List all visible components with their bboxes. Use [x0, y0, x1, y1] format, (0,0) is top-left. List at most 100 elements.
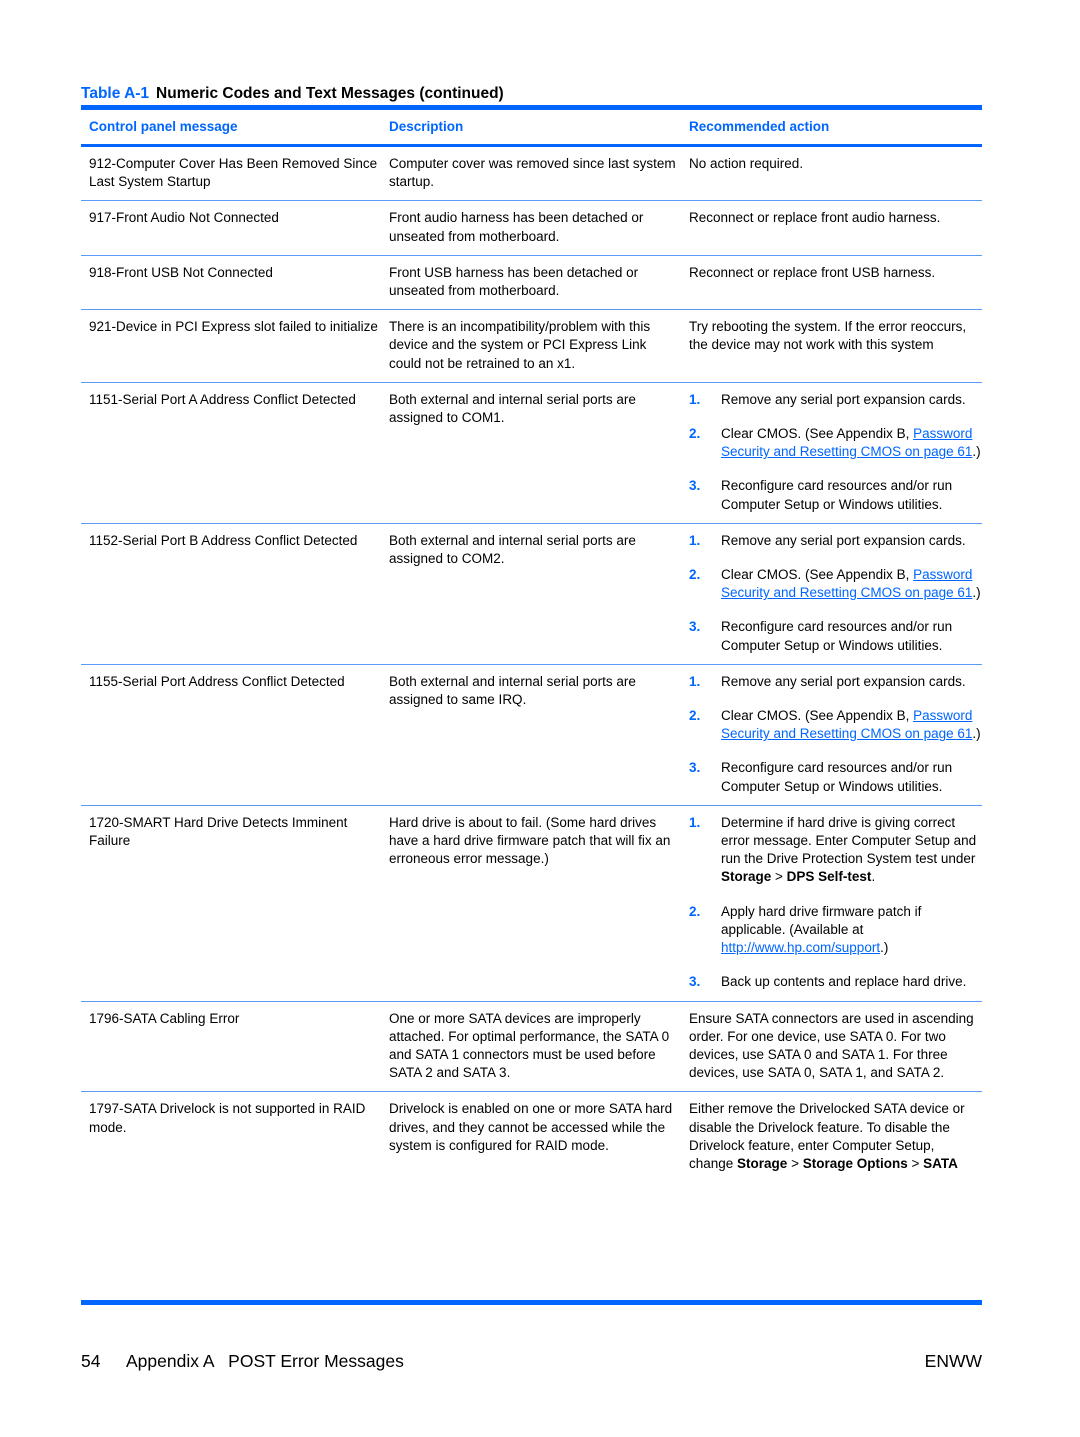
action-cell: Ensure SATA connectors are used in ascen… [689, 1010, 974, 1081]
table-row: 912-Computer Cover Has Been Removed Sinc… [81, 147, 982, 202]
action-step: 3. Reconfigure card resources and/or run … [689, 477, 982, 513]
message-cell: 1720-SMART Hard Drive Detects Imminent F… [89, 814, 348, 849]
column-header-description: Description [389, 119, 464, 134]
action-cell: 1. Determine if hard drive is giving corr… [681, 814, 982, 992]
description-cell: One or more SATA devices are improperly … [389, 1010, 670, 1081]
step-text: Clear CMOS. (See Appendix B, Password Se… [721, 566, 982, 602]
locale-label: ENWW [924, 1351, 982, 1371]
step-number: 3. [689, 760, 701, 776]
action-cell: Reconnect or replace front audio harness… [689, 210, 941, 226]
description-cell: There is an incompatibility/problem with… [389, 319, 651, 371]
step-text-pre: Determine if hard drive is giving correc… [721, 814, 977, 867]
step-number: 2. [689, 567, 701, 583]
action-step: 3. Reconfigure card resources and/or run … [689, 618, 982, 654]
step-text: Reconfigure card resources and/or run Co… [721, 478, 953, 512]
menu-path-storage: Storage [737, 1155, 788, 1171]
step-text: Clear CMOS. (See Appendix B, Password Se… [721, 425, 982, 461]
action-step: 1. Remove any serial port expansion cards… [689, 532, 982, 550]
action-step: 3. Back up contents and replace hard driv… [689, 973, 982, 991]
action-step: 1. Remove any serial port expansion cards… [689, 673, 982, 691]
action-step: 3. Reconfigure card resources and/or run … [689, 759, 982, 795]
menu-path-separator: > [787, 1155, 803, 1171]
action-step: 1. Remove any serial port expansion cards… [689, 391, 982, 409]
menu-path-storage: Storage [721, 869, 772, 885]
step-number: 2. [689, 708, 701, 724]
step-text: Reconfigure card resources and/or run Co… [721, 760, 953, 794]
step-number: 2. [689, 903, 701, 919]
action-cell: Reconnect or replace front USB harness. [689, 264, 936, 280]
table-title: Numeric Codes and Text Messages (continu… [156, 85, 504, 102]
step-text: Remove any serial port expansion cards. [721, 391, 966, 407]
table-number: Table A-1 [81, 85, 150, 102]
description-cell: Front USB harness has been detached or u… [389, 264, 639, 299]
table-row: 1152-Serial Port B Address Conflict Dete… [81, 524, 982, 665]
description-cell: Both external and internal serial ports … [389, 532, 636, 567]
table-row: 1796-SATA Cabling Error One or more SATA… [81, 1002, 982, 1093]
table-row: 1155-Serial Port Address Conflict Detect… [81, 665, 982, 806]
message-cell: 918-Front USB Not Connected [89, 264, 273, 280]
step-number: 3. [689, 974, 701, 990]
menu-path-separator: > [907, 1155, 924, 1171]
step-text: Remove any serial port expansion cards. [721, 673, 966, 689]
table-top-rule [81, 105, 982, 110]
message-cell: 917-Front Audio Not Connected [89, 210, 279, 226]
table-row: 918-Front USB Not Connected Front USB ha… [81, 256, 982, 311]
table-caption: Table A-1 Numeric Codes and Text Messages… [81, 85, 504, 103]
message-cell: 1151-Serial Port A Address Conflict Dete… [89, 391, 356, 407]
action-cell: No action required. [689, 156, 804, 171]
description-cell: Computer cover was removed since last sy… [389, 156, 676, 190]
hp-support-link[interactable]: http://www.hp.com/support [721, 940, 880, 955]
step-text-pre: Clear CMOS. (See Appendix B, [721, 567, 914, 583]
step-text: Back up contents and replace hard drive. [721, 974, 967, 990]
description-cell: Both external and internal serial ports … [389, 391, 636, 426]
table-row: 917-Front Audio Not Connected Front audi… [81, 201, 982, 256]
step-number: 1. [689, 673, 701, 689]
step-text-post: . [871, 869, 876, 885]
action-cell: Either remove the Drivelocked SATA devic… [681, 1100, 982, 1173]
table-row: 1151-Serial Port A Address Conflict Dete… [81, 383, 982, 524]
action-cell: 1. Remove any serial port expansion cards… [681, 532, 982, 655]
message-cell: 1152-Serial Port B Address Conflict Dete… [89, 532, 358, 548]
description-cell: Front audio harness has been detached or… [389, 210, 644, 244]
step-number: 3. [689, 619, 701, 635]
step-number: 1. [689, 391, 701, 407]
menu-path-storage-options: Storage Options [802, 1155, 908, 1171]
message-cell: 921-Device in PCI Express slot failed to… [89, 319, 378, 335]
step-text: Apply hard drive firmware patch if appli… [721, 903, 982, 958]
description-cell: Drivelock is enabled on one or more SATA… [389, 1101, 673, 1153]
step-number: 1. [689, 532, 701, 548]
action-step: 2. Clear CMOS. (See Appendix B, Password … [689, 707, 982, 743]
action-cell: 1. Remove any serial port expansion cards… [681, 391, 982, 514]
step-number: 3. [689, 478, 701, 494]
column-header-action: Recommended action [689, 119, 830, 134]
message-cell: 1796-SATA Cabling Error [89, 1010, 240, 1026]
menu-path-separator: > [771, 869, 787, 885]
action-step: 2. Clear CMOS. (See Appendix B, Password … [689, 566, 982, 602]
section-title: Appendix A POST Error Messages [126, 1351, 404, 1371]
table-row: 1720-SMART Hard Drive Detects Imminent F… [81, 806, 982, 1002]
step-text-pre: Clear CMOS. (See Appendix B, [721, 708, 914, 724]
table-bottom-rule [81, 1300, 982, 1305]
action-step: 2. Clear CMOS. (See Appendix B, Password … [689, 425, 982, 461]
step-text-post: .) [972, 585, 981, 601]
message-cell: 1155-Serial Port Address Conflict Detect… [89, 673, 345, 689]
column-header-message: Control panel message [89, 119, 238, 134]
action-cell: 1. Remove any serial port expansion cards… [681, 673, 982, 796]
step-text: Reconfigure card resources and/or run Co… [721, 619, 953, 653]
step-text-post: .) [972, 726, 981, 742]
page-number: 54 [81, 1351, 101, 1371]
step-text: Remove any serial port expansion cards. [721, 532, 966, 548]
step-text: Determine if hard drive is giving correc… [721, 814, 982, 887]
step-text: Clear CMOS. (See Appendix B, Password Se… [721, 707, 982, 743]
step-number: 1. [689, 814, 701, 830]
message-cell: 912-Computer Cover Has Been Removed Sinc… [89, 156, 378, 190]
table-row: 1797-SATA Drivelock is not supported in … [81, 1092, 982, 1182]
step-text-post: .) [972, 444, 981, 460]
action-cell: Try rebooting the system. If the error r… [689, 319, 967, 353]
table-body: 912-Computer Cover Has Been Removed Sinc… [81, 147, 982, 1182]
description-cell: Both external and internal serial ports … [389, 673, 636, 708]
step-number: 2. [689, 426, 701, 442]
step-text-pre: Clear CMOS. (See Appendix B, [721, 426, 914, 442]
step-text-pre: Apply hard drive firmware patch if appli… [721, 903, 922, 937]
table-row: 921-Device in PCI Express slot failed to… [81, 310, 982, 383]
